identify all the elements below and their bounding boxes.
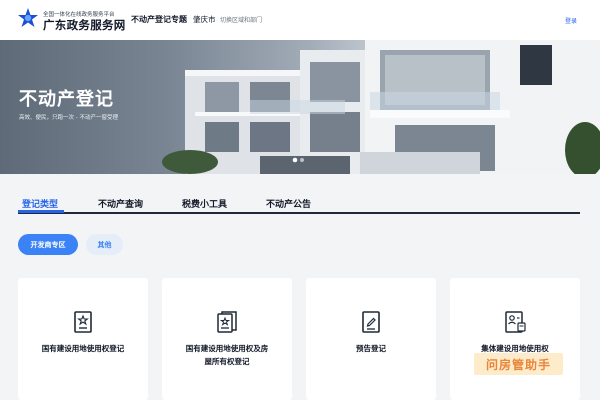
tab-tax-tools[interactable]: 税费小工具 xyxy=(182,197,227,210)
card-label-line-2: 屋所有权登记 xyxy=(204,357,250,366)
login-link[interactable]: 登录 xyxy=(565,16,577,25)
card-label: 预告登记 xyxy=(314,342,428,355)
hero-banner: 不动产登记 高效、便民，只跑一次 - 不动产一窗受理 xyxy=(0,40,600,174)
tab-property-query[interactable]: 不动产查询 xyxy=(98,197,143,210)
tab-registration-type[interactable]: 登记类型 xyxy=(22,197,58,210)
certificate-stack-icon xyxy=(217,311,237,333)
edit-document-icon xyxy=(362,311,380,333)
switch-region-link[interactable]: 切换区域和部门 xyxy=(220,15,262,24)
card-advance-registration[interactable]: 预告登记 xyxy=(306,278,436,400)
certificate-icon xyxy=(74,311,92,333)
carousel-dots[interactable] xyxy=(292,157,310,163)
id-card-icon xyxy=(505,311,526,333)
card-label: 国有建设用地使用权及房 屋所有权登记 xyxy=(170,342,284,368)
page-topic: 不动产登记专题 xyxy=(131,15,187,24)
tab-property-announcement[interactable]: 不动产公告 xyxy=(266,197,311,210)
card-label-line-1: 预告登记 xyxy=(356,344,386,353)
logo-title[interactable]: 广东政务服务网 xyxy=(43,17,126,33)
card-label-line-1: 国有建设用地使用权及房 xyxy=(185,344,269,353)
filter-other[interactable]: 其他 xyxy=(86,234,123,255)
guangdong-gov-logo-icon[interactable] xyxy=(18,8,38,30)
card-label-line-1: 国有建设用地使用权登记 xyxy=(41,344,125,353)
filter-developer-zone[interactable]: 开发商专区 xyxy=(18,234,78,255)
banner-title: 不动产登记 xyxy=(19,89,114,110)
active-tab-indicator xyxy=(18,210,64,213)
card-state-land-and-house-right[interactable]: 国有建设用地使用权及房 屋所有权登记 xyxy=(162,278,292,400)
card-label-line-1: 集体建设用地使用权 xyxy=(481,344,549,353)
tabs-divider xyxy=(18,212,580,214)
card-label: 国有建设用地使用权登记 xyxy=(26,342,140,355)
top-header: 全国一体化在线政务服务平台 广东政务服务网 不动产登记专题 肇庆市 切换区域和部… xyxy=(0,0,600,40)
card-collective-land-use-right[interactable]: 集体建设用地使用权 xyxy=(450,278,580,400)
watermark-label: 问房管助手 xyxy=(474,353,563,375)
current-city: 肇庆市 xyxy=(193,15,216,24)
card-state-land-use-right[interactable]: 国有建设用地使用权登记 xyxy=(18,278,148,400)
banner-subtitle: 高效、便民，只跑一次 - 不动产一窗受理 xyxy=(19,115,118,121)
